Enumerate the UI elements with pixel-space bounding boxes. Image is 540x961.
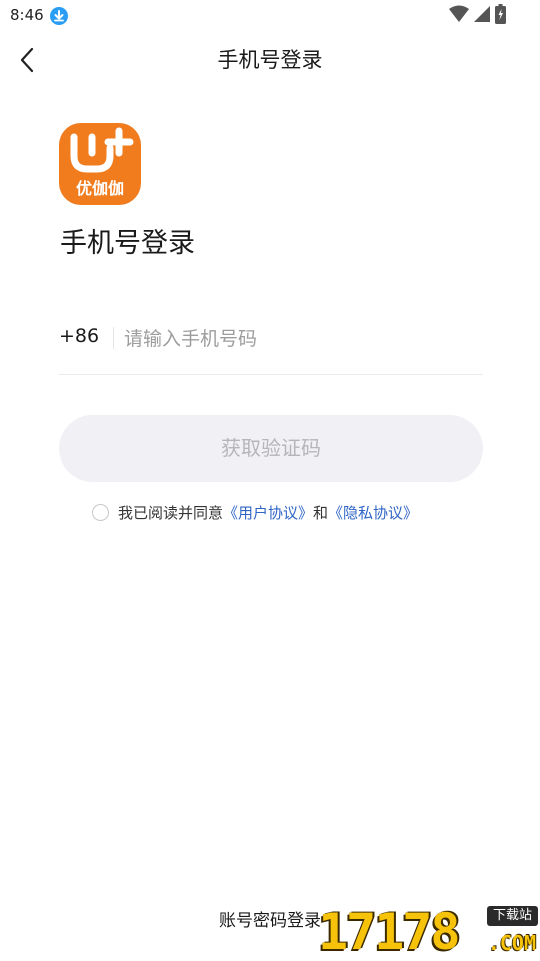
watermark-digits: 17178 [318,903,461,961]
get-verification-code-button[interactable]: 获取验证码 [59,415,483,482]
status-icons [449,4,506,28]
agreement-row: 我已阅读并同意 《用户协议》 和 《隐私协议》 [92,500,418,524]
wifi-icon [449,5,469,27]
country-code[interactable]: +86 [59,322,99,350]
status-bar: 8:46 [0,0,540,32]
phone-number-input[interactable] [124,320,482,358]
input-divider [113,327,114,349]
app-logo: 优伽伽 [59,123,141,205]
battery-icon [495,4,506,28]
nav-title: 手机号登录 [217,48,323,72]
status-time: 8:46 [10,6,44,24]
agreement-checkbox[interactable] [92,503,109,521]
signal-icon [473,5,491,27]
agreement-prefix: 我已阅读并同意 [118,503,224,522]
site-watermark: 17178 下载站 .COM [318,902,540,960]
download-icon [49,6,69,26]
logo-text: 优伽伽 [76,179,124,198]
privacy-policy-link[interactable]: 《隐私协议》 [328,502,418,523]
watermark-tag: 下载站 [486,906,538,926]
watermark-suffix: .COM [487,931,536,955]
input-underline [59,374,483,375]
agreement-connector: 和 [313,503,329,522]
page-heading: 手机号登录 [60,228,195,259]
user-agreement-link[interactable]: 《用户协议》 [223,502,313,523]
